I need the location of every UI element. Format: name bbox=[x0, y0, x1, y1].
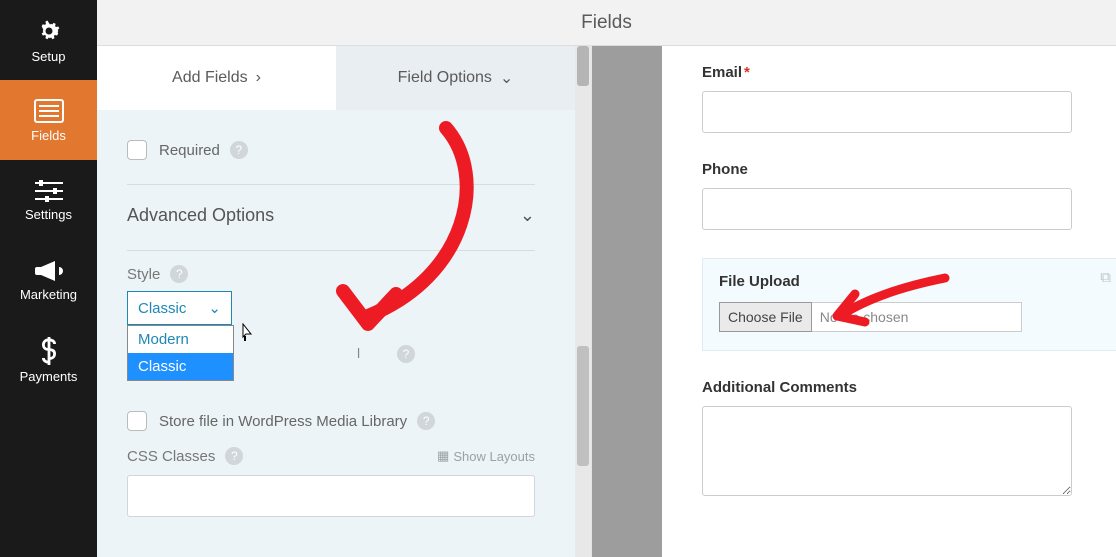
chevron-down-icon: ⌄ bbox=[208, 299, 221, 317]
show-layouts-label: Show Layouts bbox=[453, 449, 535, 464]
field-label: Email bbox=[702, 64, 742, 81]
help-icon[interactable]: ? bbox=[397, 345, 415, 363]
css-classes-row: CSS Classes ? ▦ Show Layouts bbox=[127, 431, 535, 465]
list-icon bbox=[34, 98, 64, 124]
sidebar-label: Payments bbox=[20, 369, 78, 384]
content: Add Fields › Field Options ⌄ Required ? bbox=[97, 46, 1116, 557]
sidebar-label: Fields bbox=[31, 128, 66, 143]
sidebar-item-settings[interactable]: Settings bbox=[0, 160, 97, 240]
tab-label: Field Options bbox=[398, 69, 492, 87]
duplicate-icon[interactable]: ⧉ bbox=[1100, 269, 1111, 286]
form-preview: Email* Phone ⧉ File Upload Choose File N… bbox=[662, 46, 1116, 557]
field-email: Email* bbox=[702, 64, 1086, 133]
css-label: CSS Classes bbox=[127, 448, 215, 465]
style-value: Classic bbox=[138, 300, 186, 317]
field-label: Phone bbox=[702, 161, 1086, 178]
style-label: Style bbox=[127, 266, 160, 283]
main: Fields Add Fields › Field Options ⌄ bbox=[97, 0, 1116, 557]
scrollbar[interactable] bbox=[575, 46, 591, 557]
truncated-text: l bbox=[357, 345, 360, 361]
cursor-icon bbox=[239, 323, 255, 348]
chevron-right-icon: › bbox=[256, 69, 261, 87]
tab-add-fields[interactable]: Add Fields › bbox=[97, 46, 336, 110]
required-label: Required bbox=[159, 142, 220, 159]
store-checkbox[interactable] bbox=[127, 411, 147, 431]
css-classes-input[interactable] bbox=[127, 475, 535, 517]
help-icon[interactable]: ? bbox=[225, 447, 243, 465]
dollar-icon bbox=[40, 337, 58, 365]
show-layouts-link[interactable]: ▦ Show Layouts bbox=[437, 448, 535, 464]
phone-input[interactable] bbox=[702, 188, 1072, 230]
scroll-thumb-top[interactable] bbox=[577, 46, 589, 86]
field-label: Additional Comments bbox=[702, 379, 1086, 396]
chevron-down-icon: ⌄ bbox=[520, 205, 535, 226]
divider bbox=[127, 184, 535, 185]
page-title-bar: Fields bbox=[97, 0, 1116, 46]
tab-label: Add Fields bbox=[172, 69, 248, 87]
email-input[interactable] bbox=[702, 91, 1072, 133]
panel-body: Required ? Advanced Options ⌄ Style ? bbox=[97, 110, 575, 557]
tab-field-options[interactable]: Field Options ⌄ bbox=[336, 46, 575, 110]
sidebar-label: Settings bbox=[25, 207, 72, 222]
file-status: No file chosen bbox=[812, 302, 1022, 332]
store-label: Store file in WordPress Media Library bbox=[159, 413, 407, 430]
file-input-row: Choose File No file chosen bbox=[719, 302, 1105, 332]
field-comments: Additional Comments bbox=[702, 379, 1086, 499]
sidebar-label: Setup bbox=[32, 49, 66, 64]
required-checkbox[interactable] bbox=[127, 140, 147, 160]
advanced-options-toggle[interactable]: Advanced Options ⌄ bbox=[127, 199, 535, 236]
sidebar-item-marketing[interactable]: Marketing bbox=[0, 240, 97, 320]
bullhorn-icon bbox=[35, 259, 63, 283]
store-row: Store file in WordPress Media Library ? bbox=[127, 383, 535, 431]
sidebar-item-payments[interactable]: Payments bbox=[0, 320, 97, 400]
style-select[interactable]: Classic ⌄ Modern Classic bbox=[127, 291, 232, 325]
gear-icon bbox=[35, 17, 63, 45]
preview-gutter bbox=[592, 46, 662, 557]
help-icon[interactable]: ? bbox=[170, 265, 188, 283]
sidebar-item-fields[interactable]: Fields bbox=[0, 80, 97, 160]
comments-textarea[interactable] bbox=[702, 406, 1072, 496]
help-icon[interactable]: ? bbox=[417, 412, 435, 430]
field-label: File Upload bbox=[719, 273, 1105, 290]
style-option-classic[interactable]: Classic bbox=[128, 353, 233, 380]
advanced-label: Advanced Options bbox=[127, 205, 274, 226]
required-row: Required ? bbox=[127, 130, 535, 170]
choose-file-button[interactable]: Choose File bbox=[719, 302, 812, 332]
options-panel: Add Fields › Field Options ⌄ Required ? bbox=[97, 46, 592, 557]
field-phone: Phone bbox=[702, 161, 1086, 230]
divider bbox=[127, 250, 535, 251]
chevron-down-icon: ⌄ bbox=[500, 68, 513, 88]
sidebar-label: Marketing bbox=[20, 287, 77, 302]
style-dropdown: Modern Classic bbox=[127, 325, 234, 381]
scroll-thumb[interactable] bbox=[577, 346, 589, 466]
style-label-row: Style ? bbox=[127, 265, 535, 283]
sliders-icon bbox=[35, 179, 63, 203]
page-title: Fields bbox=[581, 12, 632, 34]
required-mark: * bbox=[744, 64, 750, 81]
sidebar: Setup Fields Settings Marketing Payments bbox=[0, 0, 97, 557]
grid-icon: ▦ bbox=[437, 448, 449, 464]
help-icon[interactable]: ? bbox=[230, 141, 248, 159]
sidebar-item-setup[interactable]: Setup bbox=[0, 0, 97, 80]
panel-tabs: Add Fields › Field Options ⌄ bbox=[97, 46, 575, 110]
field-file-upload[interactable]: ⧉ File Upload Choose File No file chosen bbox=[702, 258, 1116, 351]
style-option-modern[interactable]: Modern bbox=[128, 326, 233, 353]
